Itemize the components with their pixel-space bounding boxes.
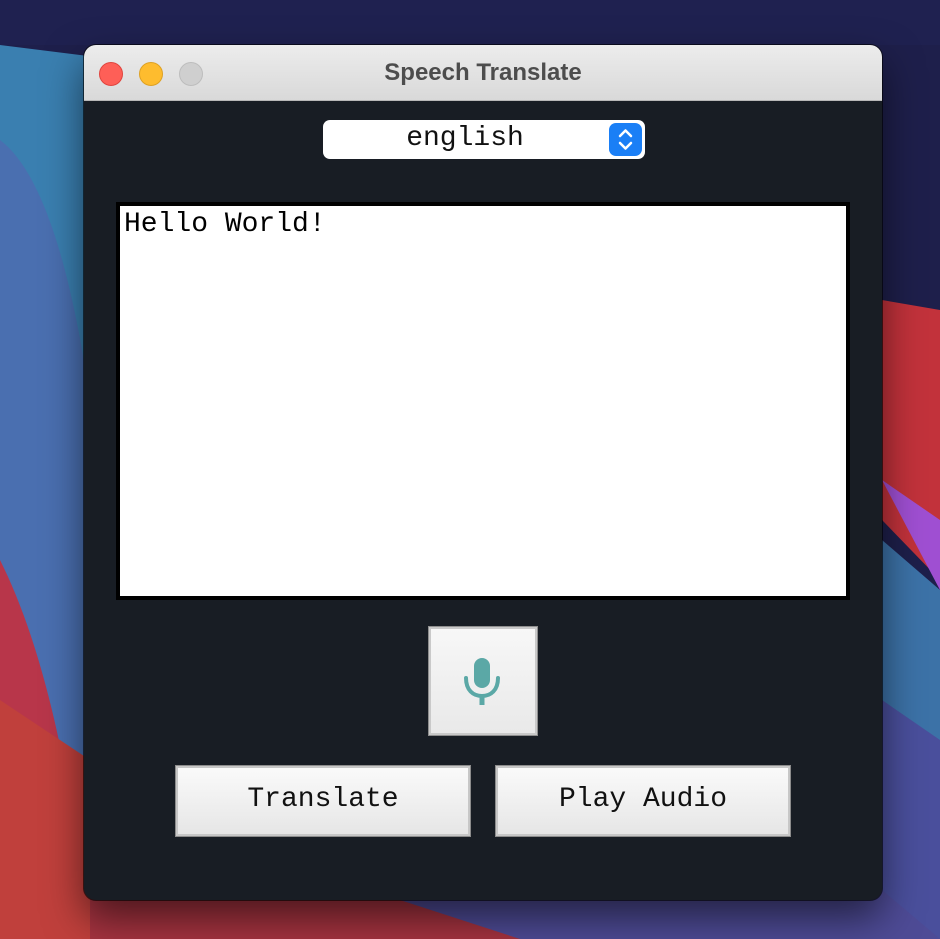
speech-text-area[interactable]: Hello World!: [116, 202, 850, 600]
record-microphone-button[interactable]: [428, 626, 538, 736]
microphone-icon: [464, 658, 500, 705]
window-title: Speech Translate: [384, 59, 582, 86]
speech-text-content: Hello World!: [124, 209, 326, 240]
title-bar: Speech Translate: [84, 45, 882, 101]
language-select-value: english: [406, 123, 524, 154]
language-select[interactable]: english: [323, 120, 645, 159]
play-audio-button[interactable]: Play Audio: [495, 765, 791, 837]
app-window: Speech Translate english Hello World! Tr…: [84, 45, 882, 900]
chevron-up-down-icon[interactable]: [609, 123, 642, 156]
translate-button[interactable]: Translate: [175, 765, 471, 837]
